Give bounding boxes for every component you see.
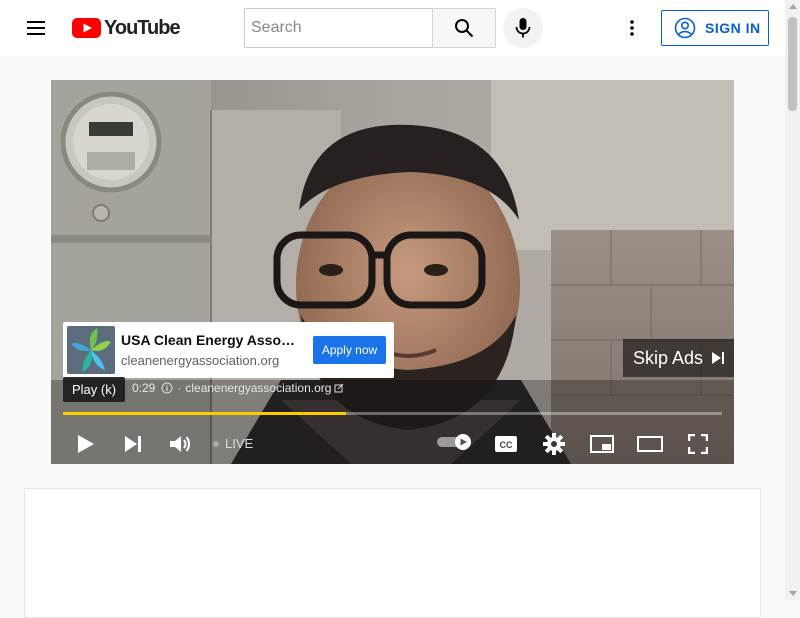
search-input[interactable]: [251, 19, 433, 37]
masthead: YouTube SIGN IN: [0, 0, 800, 56]
play-button[interactable]: [68, 426, 104, 462]
mute-button[interactable]: [162, 426, 198, 462]
subtitles-button[interactable]: CC: [488, 426, 524, 462]
youtube-play-logo-icon: [72, 18, 101, 38]
youtube-logo[interactable]: YouTube: [72, 16, 181, 40]
advertiser-logo: [67, 326, 115, 374]
autoplay-toggle[interactable]: [437, 434, 473, 450]
volume-icon: [170, 436, 190, 452]
closed-captions-icon: CC: [495, 436, 517, 452]
ad-time: 0:29: [132, 381, 156, 395]
player-controls: LIVE CC: [51, 420, 734, 464]
search-icon: [455, 19, 474, 38]
play-icon: [78, 435, 94, 453]
sign-in-label: SIGN IN: [705, 20, 761, 36]
page-scrollbar[interactable]: [785, 0, 800, 600]
voice-search-button[interactable]: [503, 8, 543, 48]
progress-bar[interactable]: [63, 412, 722, 415]
live-dot: [213, 440, 219, 447]
miniplayer-button[interactable]: [584, 426, 620, 462]
search-field[interactable]: [244, 8, 433, 48]
gear-icon: [543, 433, 565, 455]
skip-ads-button[interactable]: Skip Ads: [622, 338, 734, 378]
svg-text:CC: CC: [500, 440, 513, 450]
play-tooltip: Play (k): [63, 377, 125, 402]
next-icon: [125, 436, 141, 452]
miniplayer-icon: [590, 435, 614, 453]
settings-button[interactable]: [536, 426, 572, 462]
apply-now-button[interactable]: Apply now: [313, 336, 386, 364]
scroll-thumb[interactable]: [788, 17, 797, 111]
skip-next-icon: [712, 352, 725, 364]
next-button[interactable]: [115, 426, 151, 462]
microphone-icon: [515, 18, 531, 38]
fullscreen-button[interactable]: [680, 426, 716, 462]
logo-text: YouTube: [104, 16, 181, 39]
ad-title[interactable]: USA Clean Energy Association: [121, 332, 296, 348]
sign-in-button[interactable]: SIGN IN: [661, 10, 769, 46]
video-player[interactable]: USA Clean Energy Association cleanenergy…: [51, 80, 734, 464]
ad-meta-url[interactable]: cleanenergyassociation.org: [185, 381, 331, 395]
ad-url: cleanenergyassociation.org: [121, 353, 280, 368]
progress-bar-fill: [63, 412, 347, 415]
ad-overlay-card[interactable]: USA Clean Energy Association cleanenergy…: [63, 322, 394, 378]
scroll-up-arrow-icon[interactable]: [789, 4, 797, 9]
separator-dot: ·: [177, 381, 182, 395]
video-frame: [51, 80, 734, 464]
scroll-down-arrow-icon[interactable]: [789, 591, 797, 596]
ad-info-bar: 0:29 · cleanenergyassociation.org: [132, 381, 344, 395]
menu-icon[interactable]: [20, 16, 52, 40]
fullscreen-icon: [688, 434, 708, 454]
external-link-icon[interactable]: [334, 383, 344, 393]
more-options-icon[interactable]: [620, 16, 644, 40]
leaf-logo-icon: [71, 328, 111, 372]
live-label: LIVE: [225, 436, 254, 451]
account-icon: [674, 17, 696, 39]
theater-mode-icon: [637, 436, 663, 452]
info-icon[interactable]: [161, 382, 173, 394]
live-indicator[interactable]: LIVE: [213, 436, 253, 451]
search-button[interactable]: [432, 8, 496, 48]
skip-ads-label: Skip Ads: [633, 347, 704, 368]
content-panel: [24, 488, 761, 618]
theater-mode-button[interactable]: [632, 426, 668, 462]
